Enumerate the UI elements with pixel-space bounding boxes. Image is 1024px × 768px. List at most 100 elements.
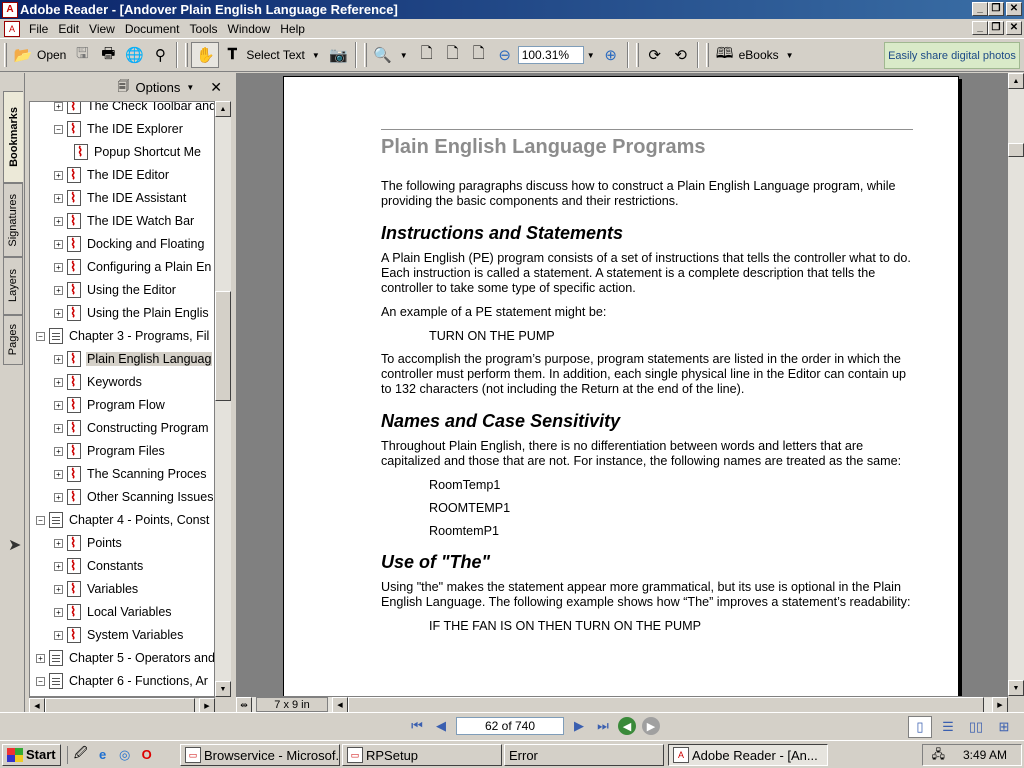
menu-file[interactable]: File — [24, 22, 53, 36]
select-text-button[interactable]: 𝐓 Select Text ▼ — [219, 42, 325, 68]
ebooks-button[interactable]: 🕮 eBooks ▼ — [712, 42, 800, 68]
rotate-counterclockwise-button[interactable]: ⟲ — [668, 42, 694, 68]
zoom-out-button[interactable]: ⊖ — [492, 42, 518, 68]
first-page-icon[interactable]: ⏮ — [408, 717, 426, 735]
document-vertical-scrollbar[interactable]: ▲ ▼ — [1008, 73, 1024, 696]
bookmark-item[interactable]: + The Scanning Proces — [54, 464, 208, 484]
toolbar-grip[interactable] — [185, 43, 189, 67]
outlook-icon[interactable]: ◎ — [116, 746, 134, 764]
doc-scroll-right-arrow-icon[interactable]: ▶ — [992, 697, 1008, 713]
continuous-layout-icon[interactable]: ☰ — [936, 716, 960, 738]
menu-tools[interactable]: Tools — [185, 22, 223, 36]
expand-icon[interactable]: + — [54, 492, 63, 502]
expand-icon[interactable]: + — [54, 262, 63, 272]
tray-network-icon[interactable]: 🖧 — [932, 745, 945, 766]
facing-layout-icon[interactable]: ▯▯ — [964, 716, 988, 738]
bookmark-item[interactable]: + Using the Plain Englis — [54, 303, 210, 323]
bookmark-item[interactable]: − The IDE Explorer — [54, 119, 184, 139]
expand-icon[interactable]: + — [54, 170, 63, 180]
toolbar-grip[interactable] — [635, 43, 639, 67]
scroll-up-arrow-icon[interactable]: ▲ — [215, 101, 231, 117]
expand-icon[interactable]: + — [54, 469, 63, 479]
expand-icon[interactable]: + — [54, 630, 63, 640]
bookmarks-horizontal-scrollbar[interactable]: ◀ ▶ — [29, 697, 215, 714]
select-text-dropdown-icon[interactable]: ▼ — [309, 51, 323, 60]
email-button[interactable]: 🌐 — [121, 42, 147, 68]
print-button[interactable]: 🖶 — [95, 42, 121, 68]
bookmark-item[interactable]: + Plain English Languag — [54, 349, 213, 369]
menu-document[interactable]: Document — [120, 22, 185, 36]
minimize-button[interactable]: _ — [972, 2, 988, 16]
expand-icon[interactable]: + — [54, 308, 63, 318]
bookmark-item[interactable]: + System Variables — [54, 625, 184, 645]
doc-close-button[interactable]: ✕ — [1006, 21, 1022, 35]
expand-icon[interactable]: + — [54, 538, 63, 548]
menu-window[interactable]: Window — [223, 22, 276, 36]
next-page-icon[interactable]: ▶ — [570, 717, 588, 735]
save-button[interactable]: 🖫 — [69, 42, 95, 68]
bookmark-item[interactable]: + Configuring a Plain En — [54, 257, 212, 277]
expand-icon[interactable]: + — [54, 239, 63, 249]
show-desktop-icon[interactable]: 🖉 — [72, 745, 90, 764]
expand-icon[interactable]: + — [54, 354, 63, 364]
doc-restore-button[interactable]: ❐ — [988, 21, 1004, 35]
expand-icon[interactable]: + — [54, 423, 63, 433]
menu-help[interactable]: Help — [275, 22, 310, 36]
toolbar-grip[interactable] — [705, 43, 709, 67]
internet-explorer-icon[interactable]: e — [94, 746, 112, 764]
taskbar-item-adobe-reader[interactable]: A Adobe Reader - [An... — [668, 744, 828, 766]
close-panel-icon[interactable]: ✕ — [210, 79, 222, 96]
next-view-icon[interactable]: ▶ — [642, 717, 660, 735]
taskbar-item-error[interactable]: Error — [504, 744, 664, 766]
document-icon[interactable]: A — [4, 20, 20, 37]
menu-edit[interactable]: Edit — [53, 22, 84, 36]
document-page[interactable]: Plain English Language Programs The foll… — [283, 76, 959, 696]
last-page-icon[interactable]: ⏭ — [594, 717, 612, 735]
bookmark-item[interactable]: − Chapter 4 - Points, Const — [36, 510, 210, 530]
bookmark-item[interactable]: + Using the Editor — [54, 280, 177, 300]
toolbar-grip[interactable] — [4, 43, 7, 67]
opera-icon[interactable]: O — [138, 746, 156, 764]
previous-page-icon[interactable]: ◀ — [432, 717, 450, 735]
doc-minimize-button[interactable]: _ — [972, 21, 988, 35]
bookmarks-vertical-scrollbar[interactable]: ▲ ▼ — [215, 101, 231, 697]
collapse-icon[interactable]: − — [54, 124, 63, 134]
bookmark-item[interactable]: + Program Files — [54, 441, 166, 461]
search-button[interactable]: ⚲ — [147, 42, 173, 68]
doc-scroll-up-arrow-icon[interactable]: ▲ — [1008, 73, 1024, 89]
taskbar-item-rpsetup[interactable]: ▭ RPSetup — [342, 744, 502, 766]
start-button[interactable]: Start — [2, 743, 61, 766]
tab-layers[interactable]: Layers — [3, 257, 23, 315]
tab-pages[interactable]: Pages — [3, 315, 23, 365]
doc-scroll-thumb[interactable] — [1008, 143, 1024, 157]
bookmarks-scroll-thumb[interactable] — [215, 291, 231, 401]
taskbar-item-browservice[interactable]: ▭ Browservice - Microsof... — [180, 744, 340, 766]
open-button[interactable]: 📂 Open — [10, 42, 69, 68]
bookmark-item[interactable]: + The IDE Watch Bar — [54, 211, 195, 231]
bookmark-item[interactable]: + Program Flow — [54, 395, 166, 415]
doc-hscroll-thumb[interactable] — [348, 697, 984, 713]
zoom-in-button[interactable]: ⊕ — [598, 42, 624, 68]
expand-icon[interactable]: + — [54, 102, 63, 111]
zoom-input[interactable]: 100.31% — [517, 46, 584, 64]
rotate-clockwise-button[interactable]: ⟳ — [642, 42, 668, 68]
bookmark-item[interactable]: + Constructing Program — [54, 418, 210, 438]
ebooks-dropdown-icon[interactable]: ▼ — [783, 51, 797, 60]
collapse-icon[interactable]: − — [36, 676, 45, 686]
expand-icon[interactable]: + — [54, 400, 63, 410]
expand-icon[interactable]: + — [54, 607, 63, 617]
bookmark-item[interactable]: + The Check Toolbar and — [54, 102, 214, 116]
snapshot-button[interactable]: 📷 — [326, 42, 352, 68]
expand-icon[interactable]: + — [54, 561, 63, 571]
tab-signatures[interactable]: Signatures — [3, 183, 23, 257]
options-dropdown-icon[interactable]: ▼ — [186, 83, 194, 92]
bookmark-item[interactable]: + The IDE Assistant — [54, 188, 187, 208]
tab-bookmarks[interactable]: Bookmarks — [3, 91, 23, 183]
page-number-input[interactable]: 62 of 740 — [456, 717, 564, 735]
collapse-icon[interactable]: − — [36, 331, 45, 341]
previous-view-icon[interactable]: ◀ — [618, 717, 636, 735]
scroll-down-arrow-icon[interactable]: ▼ — [215, 681, 231, 697]
actual-size-button[interactable]: 🗋 — [414, 42, 440, 68]
bookmark-item[interactable]: + Variables — [54, 579, 139, 599]
bookmark-item[interactable]: + Local Variables — [54, 602, 173, 622]
